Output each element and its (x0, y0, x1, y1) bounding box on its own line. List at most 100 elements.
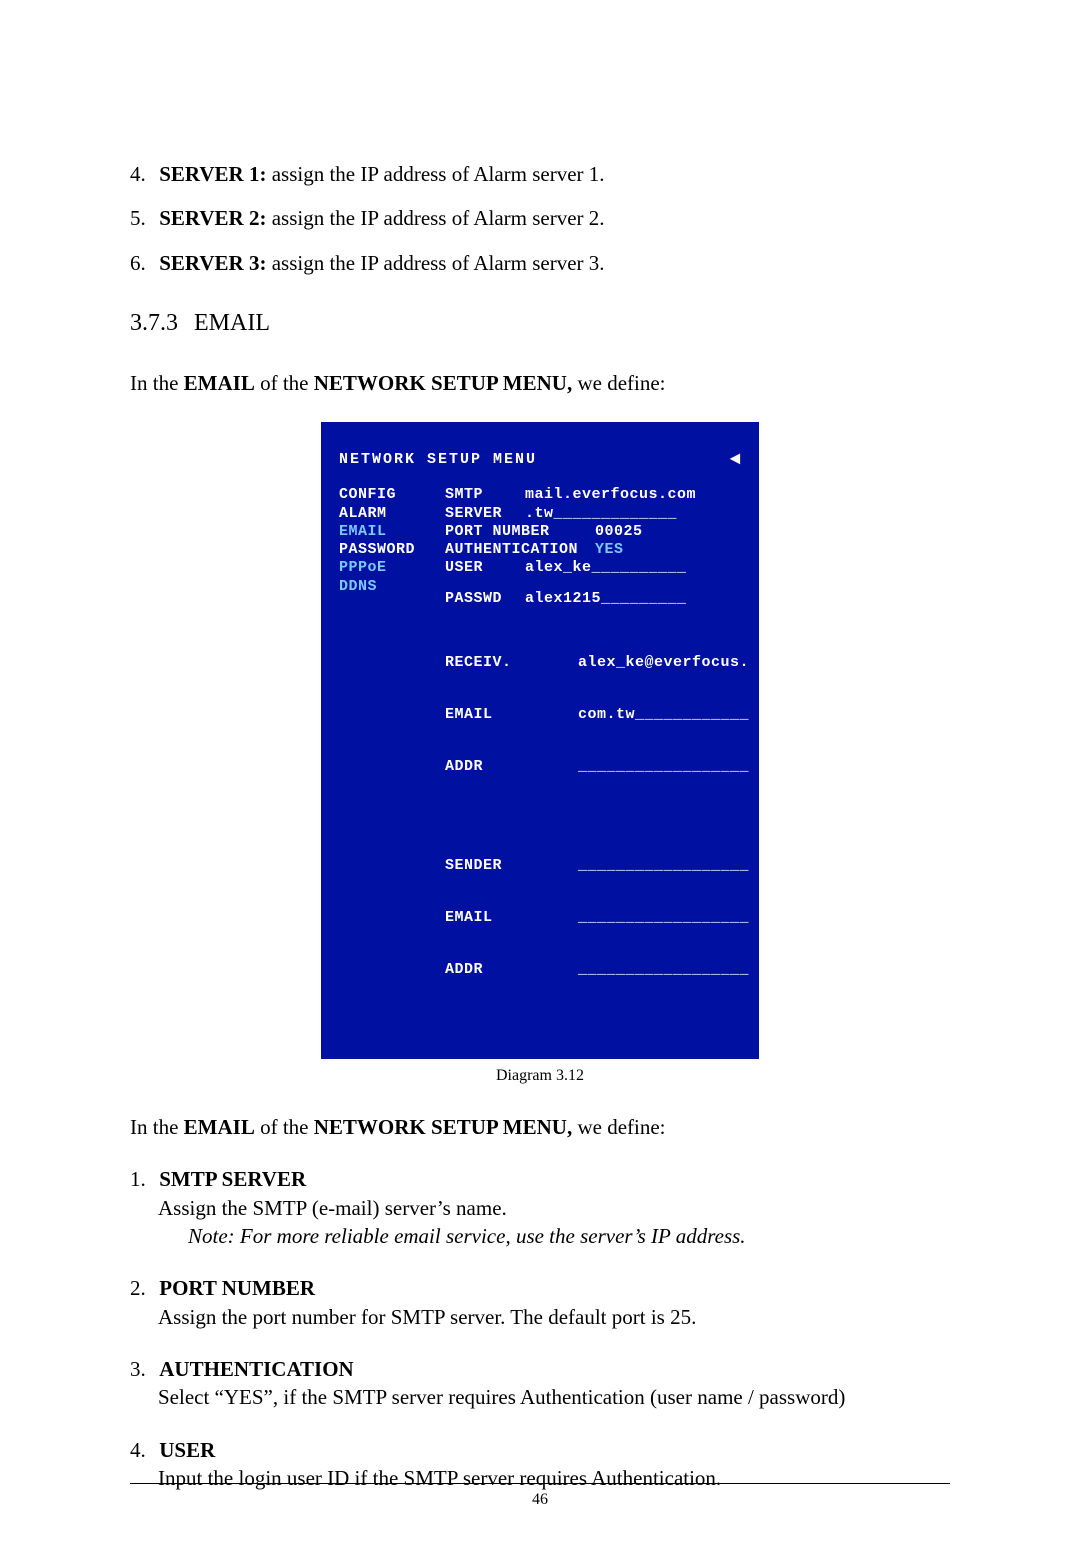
osd-menu-alarm: ALARM (339, 505, 425, 522)
osd-value: mail.everfocus.com (525, 486, 749, 503)
definition-title: USER (159, 1438, 215, 1462)
server-list: 4. SERVER 1: assign the IP address of Al… (130, 160, 950, 277)
osd-label: SERVER (445, 505, 525, 522)
osd-value: alex1215_________ (525, 590, 749, 607)
osd-row-smtp1: SMTP mail.everfocus.com (445, 486, 749, 503)
osd-label-line: EMAIL (445, 909, 578, 926)
osd-row-receiv: RECEIV. EMAIL ADDR alex_ke@everfocus. co… (445, 620, 749, 810)
definition-item-port: 2. PORT NUMBER Assign the port number fo… (130, 1274, 950, 1331)
list-number: 1. (130, 1165, 154, 1193)
list-number: 4. (130, 1436, 154, 1464)
osd-menu-config: CONFIG (339, 486, 425, 503)
osd-body: CONFIG ALARM EMAIL PASSWORD PPPoE DDNS S… (339, 486, 741, 1013)
osd-fields: SMTP mail.everfocus.com SERVER .tw______… (445, 486, 749, 1013)
osd-row-port: PORT NUMBER 00025 (445, 523, 749, 540)
osd-value: YES (595, 541, 749, 558)
intro-text: we define: (572, 371, 665, 395)
server-item-3: 6. SERVER 3: assign the IP address of Al… (130, 249, 950, 277)
server-1-desc: assign the IP address of Alarm server 1. (266, 162, 604, 186)
definition-desc: Select “YES”, if the SMTP server require… (158, 1383, 950, 1411)
osd-side-menu: CONFIG ALARM EMAIL PASSWORD PPPoE DDNS (339, 486, 425, 1013)
intro-email-bold: EMAIL (184, 1115, 255, 1139)
list-number: 4. (130, 160, 154, 188)
intro-text: of the (255, 371, 314, 395)
osd-row-user: USER alex_ke__________ (445, 559, 749, 576)
intro-text: of the (255, 1115, 314, 1139)
section-title: EMAIL (194, 310, 270, 336)
osd-value-line: alex_ke@everfocus. (578, 654, 749, 671)
back-arrow-icon: ◄ (730, 450, 741, 471)
osd-menu-email: EMAIL (339, 523, 425, 540)
list-number: 5. (130, 204, 154, 232)
intro-text: In the (130, 1115, 184, 1139)
osd-value-line: com.tw____________ (578, 706, 749, 723)
osd-label: PASSWD (445, 590, 525, 607)
osd-label: AUTHENTICATION (445, 541, 595, 558)
osd-value-line: __________________ (578, 758, 749, 775)
osd-label-line: EMAIL (445, 706, 578, 723)
osd-screenshot: NETWORK SETUP MENU ◄ CONFIG ALARM EMAIL … (321, 422, 759, 1060)
osd-value: __________________ __________________ __… (578, 823, 749, 1013)
definition-title: SMTP SERVER (159, 1167, 306, 1191)
intro-text: we define: (572, 1115, 665, 1139)
osd-screen: NETWORK SETUP MENU ◄ CONFIG ALARM EMAIL … (321, 422, 759, 1060)
osd-value-line: __________________ (578, 961, 749, 978)
osd-value-line: __________________ (578, 909, 749, 926)
osd-value: alex_ke__________ (525, 559, 749, 576)
osd-row-sender: SENDER EMAIL ADDR __________________ ___… (445, 823, 749, 1013)
osd-label: SMTP (445, 486, 525, 503)
osd-menu-pppoe: PPPoE (339, 559, 425, 576)
document-page: 4. SERVER 1: assign the IP address of Al… (0, 0, 1080, 1556)
osd-label: SENDER EMAIL ADDR (445, 823, 578, 1013)
osd-row-passwd: PASSWD alex1215_________ (445, 590, 749, 607)
osd-row-auth: AUTHENTICATION YES (445, 541, 749, 558)
definition-desc: Assign the port number for SMTP server. … (158, 1303, 950, 1331)
osd-label: PORT NUMBER (445, 523, 595, 540)
osd-title-row: NETWORK SETUP MENU ◄ (339, 450, 741, 471)
list-number: 2. (130, 1274, 154, 1302)
osd-label-line: RECEIV. (445, 654, 578, 671)
definition-desc: Assign the SMTP (e-mail) server’s name. (158, 1194, 950, 1222)
intro-paragraph-2: In the EMAIL of the NETWORK SETUP MENU, … (130, 1113, 950, 1141)
server-3-desc: assign the IP address of Alarm server 3. (266, 251, 604, 275)
osd-menu-password: PASSWORD (339, 541, 425, 558)
osd-label-line: SENDER (445, 857, 578, 874)
osd-label-line: ADDR (445, 961, 578, 978)
osd-label: RECEIV. EMAIL ADDR (445, 620, 578, 810)
osd-row-smtp2: SERVER .tw_____________ (445, 505, 749, 522)
osd-spacer (445, 608, 749, 620)
server-3-label: SERVER 3: (159, 251, 266, 275)
footer-rule (130, 1483, 950, 1484)
osd-value: 00025 (595, 523, 749, 540)
definition-title: AUTHENTICATION (159, 1357, 353, 1381)
definition-note: Note: For more reliable email service, u… (188, 1222, 950, 1250)
list-number: 6. (130, 249, 154, 277)
definition-list: 1. SMTP SERVER Assign the SMTP (e-mail) … (130, 1165, 950, 1492)
intro-text: In the (130, 371, 184, 395)
intro-paragraph-1: In the EMAIL of the NETWORK SETUP MENU, … (130, 369, 950, 397)
osd-spacer (445, 811, 749, 823)
intro-menu-bold: NETWORK SETUP MENU, (314, 1115, 572, 1139)
server-2-desc: assign the IP address of Alarm server 2. (266, 206, 604, 230)
osd-value: alex_ke@everfocus. com.tw____________ __… (578, 620, 749, 810)
page-number: 46 (0, 1489, 1080, 1511)
diagram-caption: Diagram 3.12 (130, 1065, 950, 1087)
definition-item-auth: 3. AUTHENTICATION Select “YES”, if the S… (130, 1355, 950, 1412)
osd-value-line: __________________ (578, 857, 749, 874)
osd-spacer (445, 578, 749, 590)
server-1-label: SERVER 1: (159, 162, 266, 186)
intro-email-bold: EMAIL (184, 371, 255, 395)
server-item-2: 5. SERVER 2: assign the IP address of Al… (130, 204, 950, 232)
osd-value: .tw_____________ (525, 505, 749, 522)
section-heading: 3.7.3 EMAIL (130, 307, 950, 339)
definition-title: PORT NUMBER (159, 1276, 315, 1300)
definition-item-smtp: 1. SMTP SERVER Assign the SMTP (e-mail) … (130, 1165, 950, 1250)
intro-menu-bold: NETWORK SETUP MENU, (314, 371, 572, 395)
osd-label-line: ADDR (445, 758, 578, 775)
osd-label: USER (445, 559, 525, 576)
server-item-1: 4. SERVER 1: assign the IP address of Al… (130, 160, 950, 188)
section-number: 3.7.3 (130, 307, 178, 339)
list-number: 3. (130, 1355, 154, 1383)
osd-title: NETWORK SETUP MENU (339, 451, 537, 468)
server-2-label: SERVER 2: (159, 206, 266, 230)
